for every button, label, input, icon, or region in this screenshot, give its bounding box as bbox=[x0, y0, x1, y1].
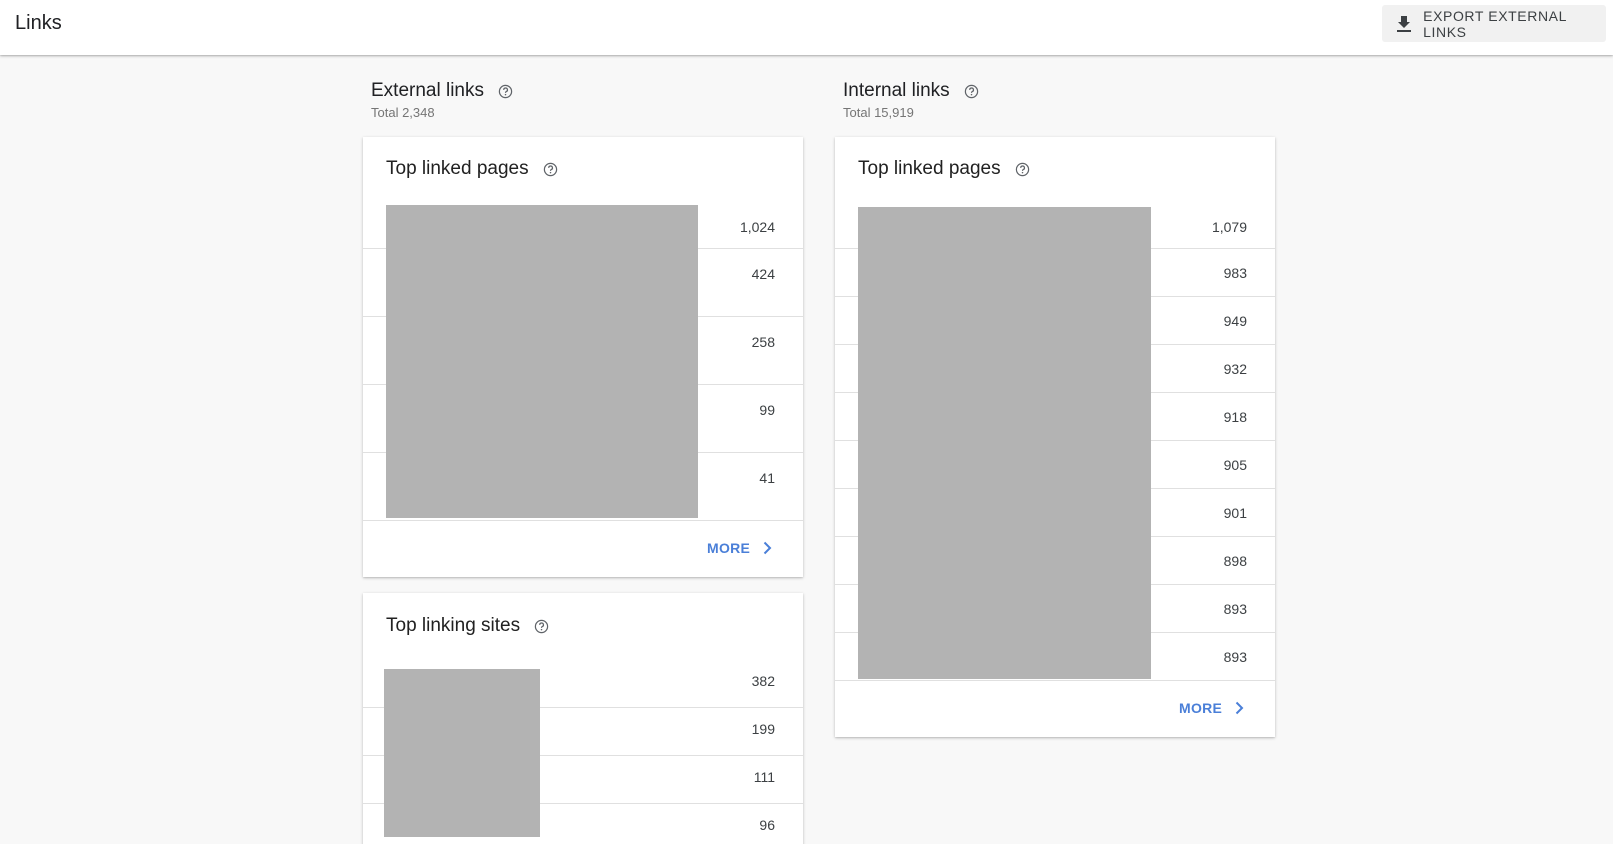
row-value: 111 bbox=[753, 769, 775, 785]
chevron-right-icon bbox=[760, 541, 774, 555]
card-title: Top linked pages bbox=[386, 158, 529, 179]
internal-links-header: Internal links Total 15,919 bbox=[843, 80, 979, 120]
redacted-image-placeholder bbox=[386, 205, 698, 518]
external-top-linked-pages-card: Top linked pages 1,024 424 258 99 41 MOR… bbox=[363, 137, 803, 577]
more-label: MORE bbox=[1179, 700, 1223, 716]
row-value: 99 bbox=[759, 402, 775, 418]
row-value: 893 bbox=[1223, 649, 1247, 665]
row-value: 918 bbox=[1223, 409, 1247, 425]
row-value: 983 bbox=[1223, 265, 1247, 281]
top-app-bar: Links EXPORT EXTERNAL LINKS bbox=[0, 0, 1613, 55]
more-button[interactable]: MORE bbox=[1179, 700, 1246, 716]
help-circle-icon[interactable] bbox=[534, 619, 549, 634]
export-button-label: EXPORT EXTERNAL LINKS bbox=[1423, 7, 1567, 40]
more-label: MORE bbox=[707, 540, 751, 556]
row-value: 901 bbox=[1223, 505, 1247, 521]
redacted-image-placeholder bbox=[858, 207, 1151, 679]
help-circle-icon[interactable] bbox=[498, 84, 513, 99]
help-circle-icon[interactable] bbox=[1015, 162, 1030, 177]
help-circle-icon[interactable] bbox=[543, 162, 558, 177]
export-external-links-button[interactable]: EXPORT EXTERNAL LINKS bbox=[1382, 5, 1606, 42]
row-value: 382 bbox=[751, 673, 775, 689]
internal-links-total: Total 15,919 bbox=[843, 105, 914, 120]
card-title: Top linking sites bbox=[386, 615, 521, 636]
internal-links-title: Internal links bbox=[843, 80, 950, 101]
external-links-header: External links Total 2,348 bbox=[371, 80, 513, 120]
row-value: 41 bbox=[759, 470, 775, 486]
chevron-right-icon bbox=[1232, 701, 1246, 715]
page-title: Links bbox=[15, 12, 62, 34]
external-top-linking-sites-card: Top linking sites 382 199 111 96 bbox=[363, 593, 803, 844]
row-value: 949 bbox=[1223, 313, 1247, 329]
download-icon bbox=[1394, 14, 1413, 34]
row-value: 1,024 bbox=[739, 219, 775, 235]
row-value: 1,079 bbox=[1211, 219, 1247, 235]
card-title: Top linked pages bbox=[858, 158, 1001, 179]
row-value: 424 bbox=[751, 266, 775, 282]
more-button[interactable]: MORE bbox=[707, 540, 774, 556]
external-links-title: External links bbox=[371, 80, 484, 101]
redacted-image-placeholder bbox=[384, 669, 540, 837]
row-value: 898 bbox=[1223, 553, 1247, 569]
help-circle-icon[interactable] bbox=[964, 84, 979, 99]
internal-top-linked-pages-card: Top linked pages 1,079 983 949 932 918 9… bbox=[835, 137, 1275, 737]
row-value: 199 bbox=[751, 721, 775, 737]
row-value: 96 bbox=[759, 817, 775, 833]
row-value: 893 bbox=[1223, 601, 1247, 617]
row-value: 258 bbox=[751, 334, 775, 350]
row-value: 905 bbox=[1223, 457, 1247, 473]
external-links-total: Total 2,348 bbox=[371, 105, 435, 120]
row-value: 932 bbox=[1223, 361, 1247, 377]
